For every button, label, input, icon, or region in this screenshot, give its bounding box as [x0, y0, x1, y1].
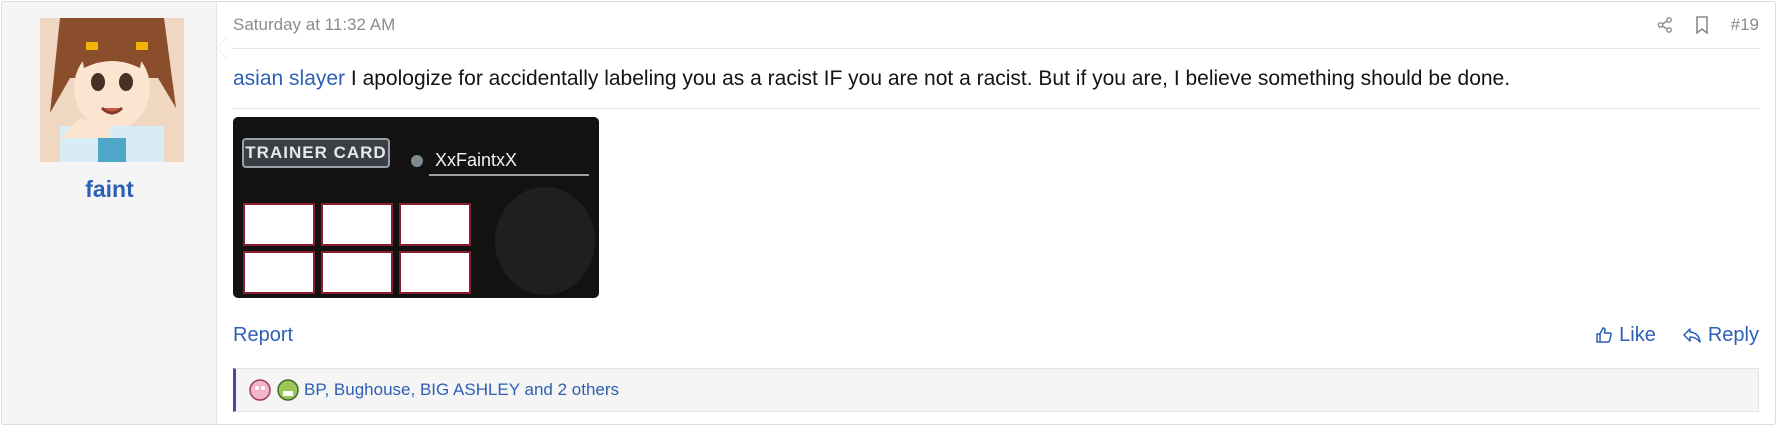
reply-button[interactable]: Reply [1682, 324, 1759, 347]
post-date[interactable]: Saturday at 11:32 AM [233, 15, 395, 35]
user-column: faint [2, 2, 228, 424]
pokemon-sprite [321, 251, 393, 294]
post-main: Saturday at 11:32 AM #19 asian slayer I … [217, 2, 1775, 424]
reactions-bar: BP, Bughouse, BIG ASHLEY and 2 others [233, 368, 1759, 412]
post-actions: Report Like Reply [233, 318, 1759, 352]
attribution-actions: #19 [1657, 15, 1759, 35]
post-actions-right: Like Reply [1595, 324, 1759, 347]
message-body: asian slayer I apologize for accidentall… [233, 64, 1759, 109]
avatar[interactable] [40, 18, 184, 162]
trainer-sprite [495, 187, 595, 295]
pokemon-sprite [243, 251, 315, 294]
message-post: faint Saturday at 11:32 AM #19 asian sla… [1, 1, 1776, 425]
thumbs-up-icon [1596, 327, 1613, 343]
signature-title: TRAINER CARD [242, 138, 390, 168]
reaction-icon [277, 379, 299, 401]
like-button[interactable]: Like [1595, 324, 1656, 347]
post-number[interactable]: #19 [1731, 15, 1759, 35]
pokemon-sprite [399, 203, 471, 246]
message-text: I apologize for accidentally labeling yo… [345, 67, 1511, 90]
username[interactable]: faint [2, 176, 217, 203]
report-link[interactable]: Report [233, 324, 293, 347]
signature-divider [429, 174, 589, 176]
reaction-icon [249, 379, 271, 401]
status-dot [411, 155, 423, 167]
user-mention[interactable]: asian slayer [233, 67, 345, 90]
like-label: Like [1619, 323, 1656, 346]
pokemon-sprite [321, 203, 393, 246]
pokemon-sprite [399, 251, 471, 294]
reactions-list[interactable]: BP, Bughouse, BIG ASHLEY and 2 others [304, 380, 619, 400]
avatar-image [40, 18, 184, 162]
reply-label: Reply [1707, 323, 1759, 346]
signature-image[interactable]: TRAINER CARD XxFaintxX [233, 117, 599, 298]
pokemon-sprite [243, 203, 315, 246]
post-attribution: Saturday at 11:32 AM #19 [233, 2, 1759, 49]
share-icon[interactable] [1657, 17, 1673, 33]
reply-icon [1683, 328, 1701, 343]
signature-trainer-name: XxFaintxX [435, 150, 518, 170]
bookmark-icon[interactable] [1695, 16, 1709, 34]
